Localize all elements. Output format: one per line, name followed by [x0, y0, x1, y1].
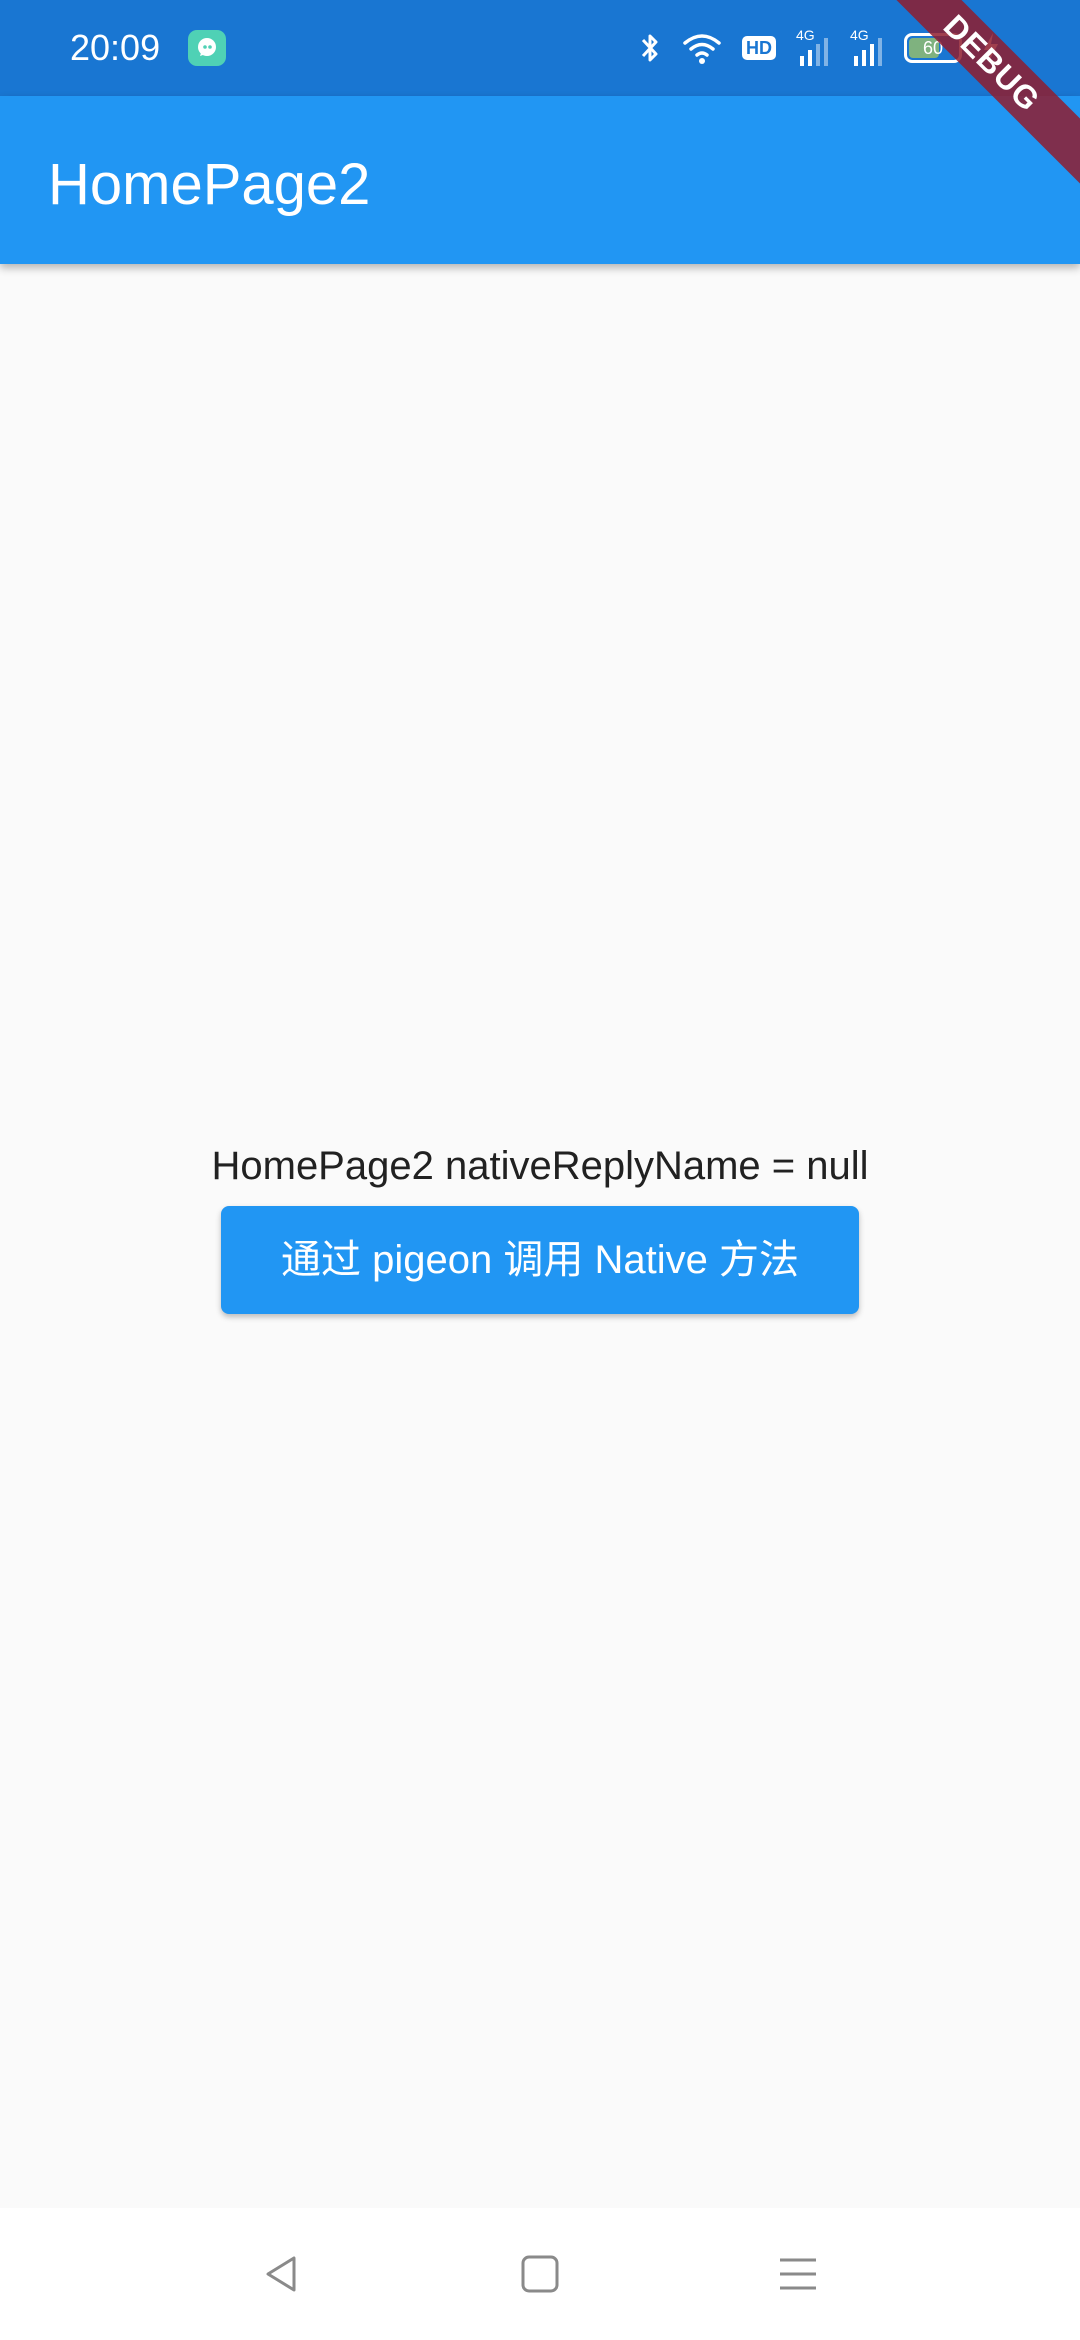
- bluetooth-icon: [641, 34, 658, 62]
- screen: 20:09 HD 4G 4G 60 DEBUG HomePage2 HomePa…: [0, 0, 1080, 2340]
- chat-bubble-icon: [188, 30, 226, 66]
- navigation-bar: [0, 2208, 1080, 2340]
- back-icon: [266, 2256, 296, 2292]
- back-button[interactable]: [240, 2232, 324, 2316]
- page-title: HomePage2: [48, 152, 371, 217]
- recents-button[interactable]: [756, 2232, 840, 2316]
- call-native-button[interactable]: 通过 pigeon 调用 Native 方法: [221, 1206, 859, 1314]
- native-reply-text: HomePage2 nativeReplyName = null: [211, 1144, 869, 1188]
- main-content: HomePage2 nativeReplyName = null 通过 pige…: [0, 264, 1080, 2208]
- status-time: 20:09: [70, 27, 161, 68]
- home-icon: [521, 2255, 559, 2293]
- hd-badge: HD: [742, 36, 776, 60]
- wifi-icon: [683, 34, 721, 64]
- home-button[interactable]: [498, 2232, 582, 2316]
- signal-4g-icon: 4G: [796, 28, 830, 68]
- signal-4g-icon: 4G: [850, 28, 884, 68]
- app-bar: HomePage2: [0, 96, 1080, 264]
- recents-icon: [780, 2258, 816, 2290]
